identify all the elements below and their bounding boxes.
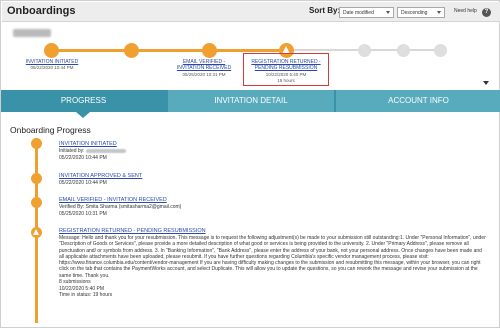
supplier-name-redacted [13, 29, 51, 37]
entry-date: 05/25/2020 10:31 PM [59, 210, 107, 217]
step-node-3[interactable] [202, 43, 217, 58]
entry-time-in-status: Time in status: 19 hours [59, 292, 113, 299]
progress-entry: INVITATION INITIATED Initiated by: 05/22… [59, 141, 484, 161]
initiated-by-label: Initiated by: [59, 148, 85, 154]
timeline-node-4-current [31, 227, 42, 238]
step-node-1[interactable] [44, 43, 59, 58]
entry-title[interactable]: REGISTRATION RETURNED - PENDING RESUBMIS… [59, 228, 484, 235]
tab-invitation-detail[interactable]: INVITATION DETAIL [168, 90, 334, 112]
page-title: Onboardings [7, 5, 76, 17]
current-step-highlight [243, 53, 329, 86]
onboardings-panel: Onboardings Sort By: Date modified Desce… [0, 0, 500, 328]
entry-message: Message: Hello and thank you for your re… [59, 235, 486, 279]
progress-entry: EMAIL VERIFIED - INVITATION RECEIVED Ver… [59, 197, 484, 217]
stepper-line-complete [51, 49, 287, 52]
tab-bar: PROGRESS INVITATION DETAIL ACCOUNT INFO [1, 90, 500, 112]
step-node-7 [434, 44, 447, 57]
tab-progress[interactable]: PROGRESS [1, 90, 166, 112]
sort-by-label: Sort By: [309, 6, 341, 15]
question-icon[interactable]: ? [482, 8, 491, 17]
progress-entry: INVITATION APPROVED & SENT 05/22/2020 10… [59, 173, 484, 187]
sort-order-value: Descending [401, 10, 428, 16]
warning-triangle-icon [33, 229, 39, 235]
entry-title[interactable]: INVITATION INITIATED [59, 141, 484, 148]
section-title: Onboarding Progress [10, 125, 91, 135]
step-date-1: 05/22/2020 10:44 PM [30, 65, 74, 70]
entry-date: 05/22/2020 10:44 PM [59, 180, 107, 186]
step-node-2[interactable] [124, 43, 139, 58]
step-node-6 [397, 44, 410, 57]
entry-title[interactable]: INVITATION APPROVED & SENT [59, 173, 484, 180]
active-tab-indicator [76, 112, 90, 118]
entry-title[interactable]: EMAIL VERIFIED - INVITATION RECEIVED [59, 197, 484, 204]
chevron-down-icon[interactable] [483, 81, 489, 85]
step-node-5 [358, 44, 371, 57]
panel-header: Onboardings Sort By: Date modified Desce… [2, 2, 500, 22]
initiator-name-redacted [85, 148, 126, 153]
progress-entry-current: REGISTRATION RETURNED - PENDING RESUBMIS… [59, 228, 486, 299]
step-label-3[interactable]: EMAIL VERIFIED - INVITATION RECEIVED [169, 59, 239, 71]
step-date-3: 05/25/2020 10:31 PM [182, 72, 226, 77]
timeline-node-3 [31, 197, 42, 208]
timeline-node-1 [31, 138, 42, 149]
chevron-down-icon [437, 11, 441, 14]
need-help-link[interactable]: Need help [454, 8, 477, 14]
sort-field-value: Date modified [343, 10, 374, 16]
timeline-node-2 [31, 173, 42, 184]
sort-order-select[interactable]: Descending [397, 7, 445, 18]
tab-account-info[interactable]: ACCOUNT INFO [336, 90, 500, 112]
entry-date: 05/22/2020 10:44 PM [59, 154, 107, 161]
chevron-down-icon [386, 11, 390, 14]
sort-field-select[interactable]: Date modified [339, 7, 394, 18]
